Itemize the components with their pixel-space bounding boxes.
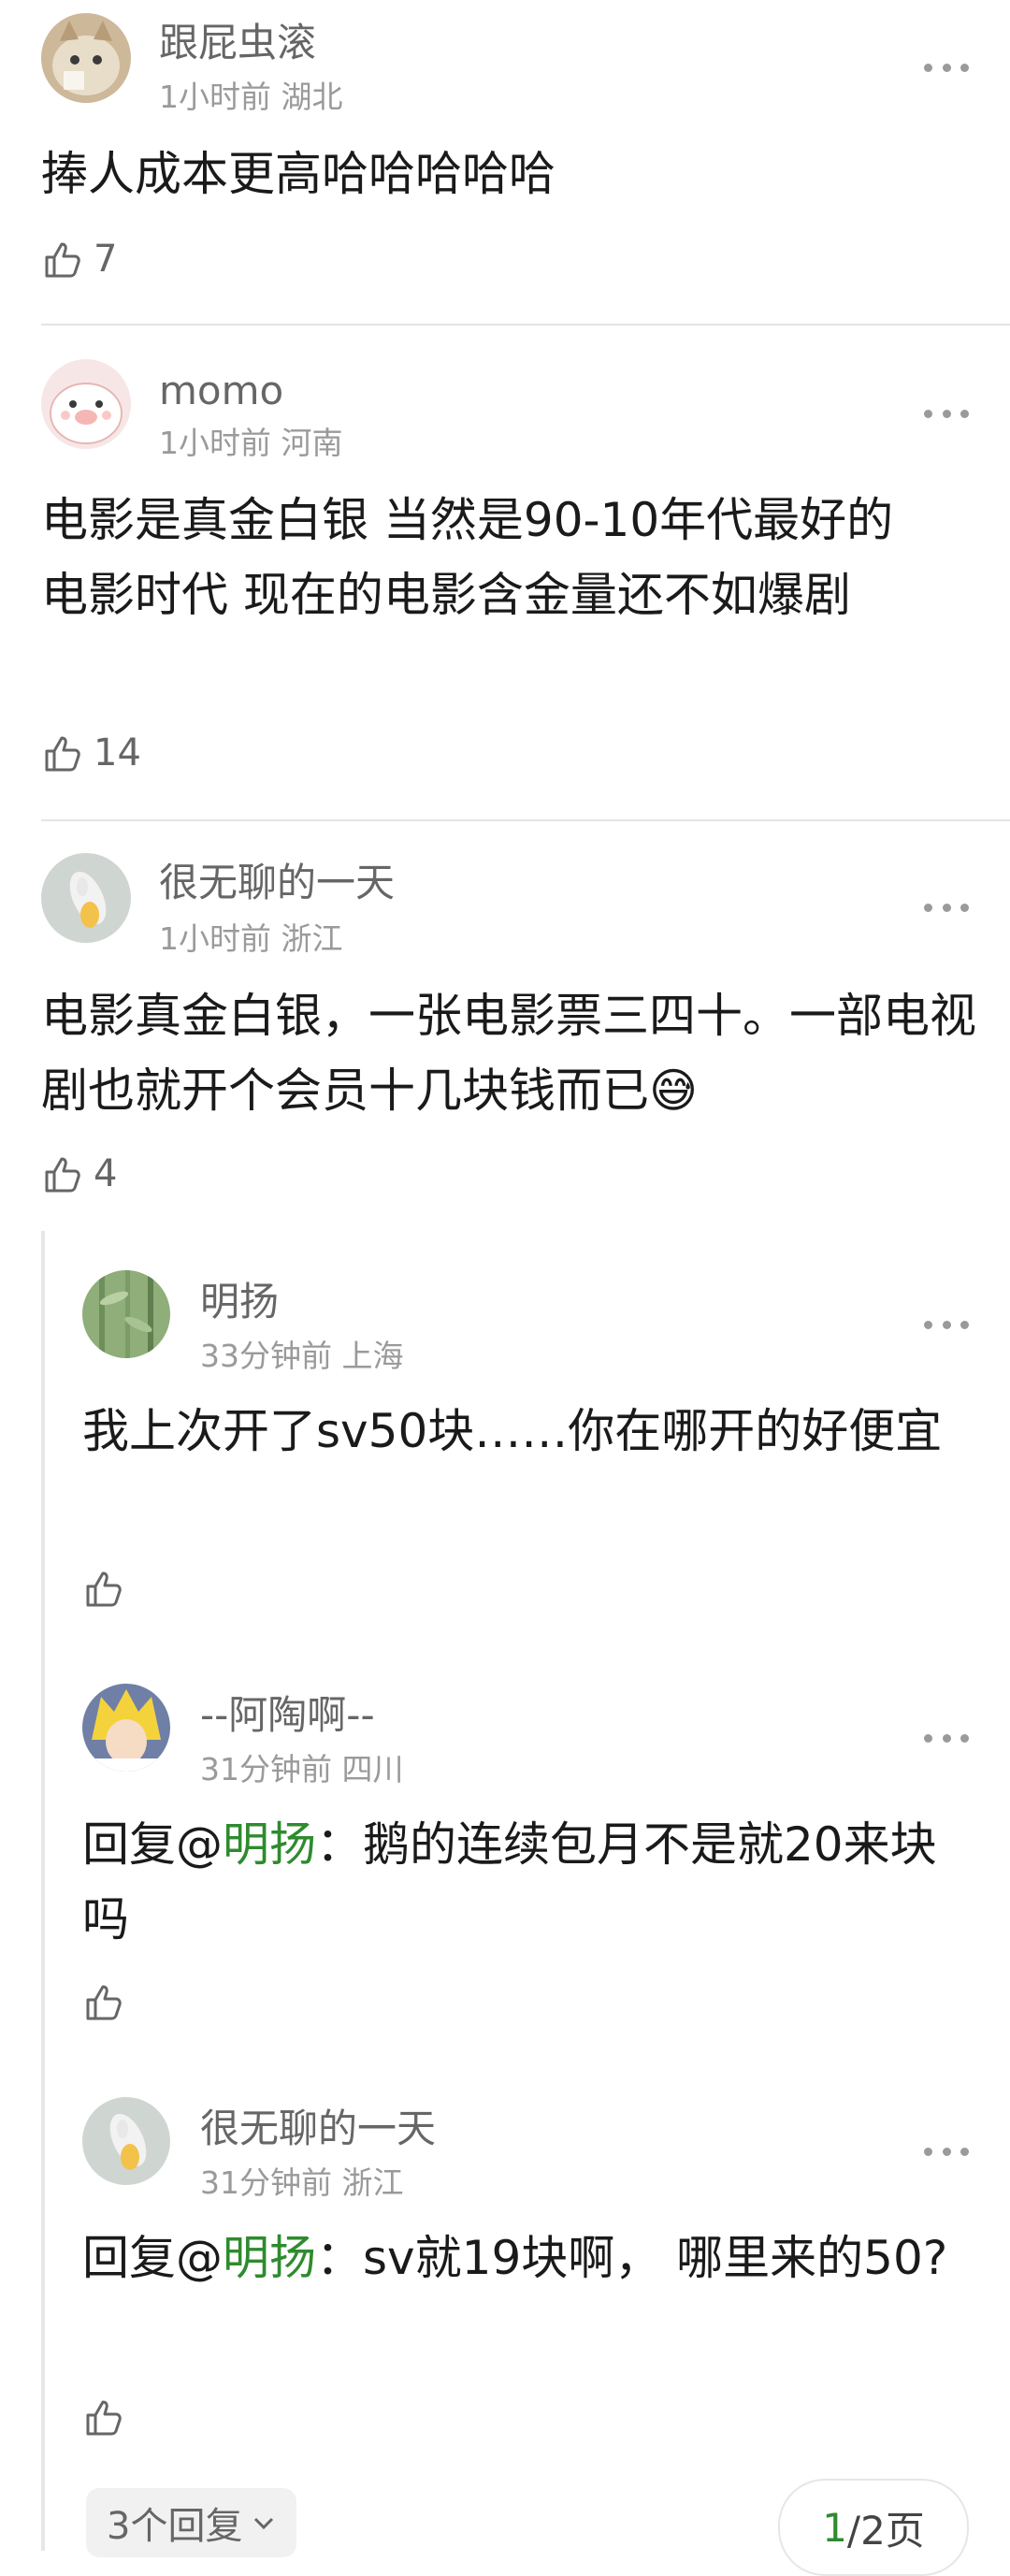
pig-avatar-icon — [41, 359, 131, 449]
comment-meta: 1小时前 湖北 — [159, 79, 343, 116]
reply-prefix: 回复@ — [82, 2231, 223, 2285]
comment-time: 1小时前 — [159, 79, 271, 115]
anime-avatar-icon — [82, 1684, 170, 1772]
reply-prefix: 回复@ — [82, 1817, 223, 1872]
username[interactable]: 很无聊的一天 — [159, 859, 395, 907]
more-options-icon[interactable] — [924, 2146, 969, 2157]
thumbs-up-icon — [45, 1157, 80, 1193]
like-button[interactable] — [82, 2396, 123, 2438]
fish-avatar-icon — [82, 2097, 170, 2185]
bamboo-avatar-icon — [82, 1270, 170, 1358]
more-options-icon[interactable] — [924, 62, 969, 73]
username[interactable]: 跟屁虫滚 — [159, 19, 316, 67]
replies-count-label: 3个回复 — [107, 2505, 243, 2548]
comment-text: 电影真金白银，一张电影票三四十。一部电视剧也就开个会员十几块钱而已😅 — [41, 978, 976, 1128]
page-current: 1 — [822, 2504, 847, 2551]
thumbs-up-icon — [86, 1985, 122, 2020]
page-indicator[interactable]: 1/2页 — [778, 2479, 969, 2576]
comment-text: 回复@明扬：鹅的连续包月不是就20来块吗 — [82, 1807, 980, 1957]
comment-meta: 31分钟前 浙江 — [200, 2164, 404, 2202]
more-options-icon[interactable] — [924, 902, 969, 913]
comment-meta: 31分钟前 四川 — [200, 1751, 404, 1788]
like-button[interactable] — [82, 1981, 123, 2022]
like-button[interactable]: 14 — [41, 731, 141, 774]
avatar[interactable] — [82, 1270, 170, 1358]
mention-link[interactable]: 明扬 — [223, 2231, 316, 2285]
comment-meta: 33分钟前 上海 — [200, 1338, 404, 1375]
sweat-smile-emoji: 😅 — [649, 1064, 699, 1118]
avatar[interactable] — [41, 13, 131, 103]
comment-text: 捧人成本更高哈哈哈哈哈 — [41, 147, 556, 201]
comment-time: 1小时前 — [159, 920, 271, 957]
comment-location: 浙江 — [281, 920, 343, 957]
thumbs-up-icon — [86, 1571, 122, 1607]
comment-meta: 1小时前 浙江 — [159, 920, 343, 958]
comment-time: 31分钟前 — [200, 2164, 332, 2201]
more-options-icon[interactable] — [924, 1319, 969, 1330]
comment-location: 四川 — [341, 1751, 404, 1787]
comment-text: 回复@明扬：sv就19块啊， 哪里来的50? — [82, 2221, 980, 2295]
view-replies-button[interactable]: 3个回复 — [86, 2488, 297, 2557]
divider — [41, 819, 1010, 821]
comment-text-body: 电影真金白银，一张电影票三四十。一部电视剧也就开个会员十几块钱而已 — [41, 989, 976, 1118]
avatar[interactable] — [41, 853, 131, 943]
cat-avatar-icon — [41, 13, 131, 103]
username[interactable]: --阿陶啊-- — [200, 1691, 375, 1740]
thumbs-up-icon — [45, 736, 80, 772]
fish-avatar-icon — [41, 853, 131, 943]
like-count: 4 — [94, 1152, 118, 1195]
username[interactable]: momo — [159, 367, 283, 415]
username[interactable]: 很无聊的一天 — [200, 2105, 436, 2153]
reply-thread-line — [41, 1231, 45, 2551]
like-button[interactable]: 4 — [41, 1152, 117, 1195]
comment-location: 湖北 — [281, 79, 343, 115]
comment-meta: 1小时前 河南 — [159, 425, 343, 462]
reply-body: ：sv就19块啊， 哪里来的50? — [316, 2231, 948, 2285]
thumbs-up-icon — [86, 2400, 122, 2436]
comment-location: 上海 — [341, 1338, 404, 1374]
like-button[interactable]: 7 — [41, 238, 117, 281]
divider — [41, 324, 1010, 326]
avatar[interactable] — [82, 1684, 170, 1772]
avatar[interactable] — [82, 2097, 170, 2185]
comment-location: 河南 — [281, 425, 343, 461]
like-count: 14 — [94, 731, 141, 774]
chevron-down-icon — [254, 2517, 274, 2530]
comment-time: 33分钟前 — [200, 1338, 332, 1374]
more-options-icon[interactable] — [924, 1732, 969, 1744]
like-button[interactable] — [82, 1568, 123, 1609]
like-count: 7 — [94, 238, 118, 281]
comment-time: 31分钟前 — [200, 1751, 332, 1787]
comment-text: 电影是真金白银 当然是90-10年代最好的电影时代 现在的电影含金量还不如爆剧 — [41, 493, 894, 622]
comment-time: 1小时前 — [159, 425, 271, 461]
comment-text: 我上次开了sv50块……你在哪开的好便宜 — [82, 1404, 943, 1458]
avatar[interactable] — [41, 359, 131, 449]
thumbs-up-icon — [45, 242, 80, 278]
page-rest: /2页 — [846, 2507, 925, 2554]
username[interactable]: 明扬 — [200, 1278, 279, 1326]
mention-link[interactable]: 明扬 — [223, 1817, 316, 1872]
comment-location: 浙江 — [341, 2164, 404, 2201]
more-options-icon[interactable] — [924, 408, 969, 419]
